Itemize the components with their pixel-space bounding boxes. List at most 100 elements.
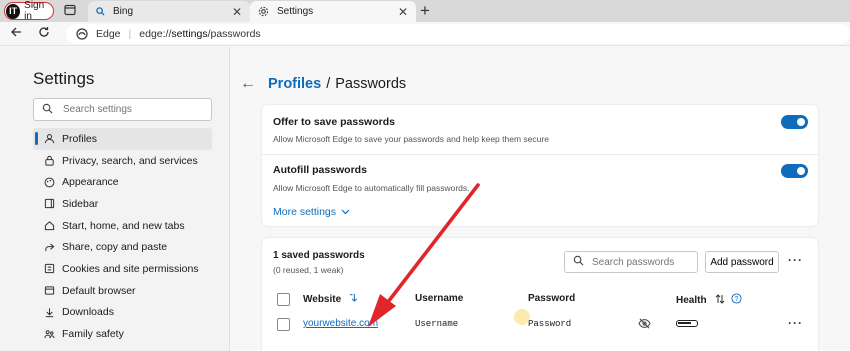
sidebar-nav: Profiles Privacy, search, and services A…	[33, 128, 212, 345]
browser-icon	[43, 285, 55, 297]
settings-search-input[interactable]	[63, 104, 203, 115]
sidebar-item-sidebar[interactable]: Sidebar	[33, 193, 212, 215]
back-arrow-icon[interactable]: ←	[240, 75, 256, 93]
svg-text:?: ?	[734, 296, 738, 303]
sort-down-icon[interactable]	[349, 293, 358, 305]
more-settings-link[interactable]: More settings	[273, 206, 350, 218]
more-settings-label: More settings	[273, 206, 337, 218]
search-icon	[42, 103, 53, 117]
tab-bing[interactable]: Bing ✕	[88, 1, 250, 22]
column-header-username: Username	[415, 293, 464, 304]
page-title: Passwords	[335, 76, 407, 92]
sidebar-item-label: Start, home, and new tabs	[62, 219, 185, 232]
health-bar-fill	[678, 322, 691, 324]
search-icon	[96, 7, 105, 16]
offer-to-save-desc: Allow Microsoft Edge to save your passwo…	[273, 134, 549, 144]
row-more-options-icon[interactable]: ···	[788, 316, 803, 330]
breadcrumb: ← Profiles / Passwords	[240, 75, 406, 93]
breadcrumb-separator: /	[326, 76, 331, 92]
autofill-toggle[interactable]	[781, 164, 808, 178]
offer-to-save-title: Offer to save passwords	[273, 116, 395, 128]
palette-icon	[43, 176, 55, 188]
autofill-desc: Allow Microsoft Edge to automatically fi…	[273, 183, 470, 193]
search-icon	[573, 255, 584, 269]
permissions-icon	[43, 263, 55, 275]
breadcrumb-profiles-link[interactable]: Profiles	[268, 76, 321, 92]
saved-website-link[interactable]: yourwebsite.com	[303, 318, 378, 329]
browser-toolbar: Edge | edge://settings/passwords	[0, 22, 850, 46]
tab-title: Bing	[113, 6, 134, 17]
sidebar-item-label: Share, copy and paste	[62, 241, 168, 254]
address-separator: |	[128, 28, 132, 40]
sidebar-item-privacy[interactable]: Privacy, search, and services	[33, 150, 212, 172]
password-search-input[interactable]	[592, 256, 692, 268]
signin-label: Sign in	[24, 0, 45, 22]
sidebar-item-label: Sidebar	[62, 197, 99, 210]
sidebar-item-profiles[interactable]: Profiles	[33, 128, 212, 150]
select-all-checkbox[interactable]	[277, 293, 290, 306]
sidebar-title: Settings	[33, 69, 95, 88]
sidebar-item-label: Family safety	[62, 328, 124, 341]
sidebar-item-start-home[interactable]: Start, home, and new tabs	[33, 215, 212, 237]
home-icon	[43, 220, 55, 232]
saved-passwords-summary: (0 reused, 1 weak)	[273, 265, 344, 275]
refresh-icon[interactable]	[38, 25, 50, 41]
sidebar-item-cookies[interactable]: Cookies and site permissions	[33, 258, 212, 280]
sidebar-item-share[interactable]: Share, copy and paste	[33, 236, 212, 258]
column-header-health[interactable]: Health ?	[676, 293, 742, 307]
address-brand: Edge	[96, 28, 121, 40]
sort-icon[interactable]	[715, 293, 725, 307]
edge-logo-icon	[76, 28, 88, 40]
profile-logo: IT	[6, 3, 21, 19]
sidebar-item-label: Default browser	[62, 284, 136, 297]
tab-strip: IT Sign in Bing ✕ Settings ✕ +	[0, 0, 850, 22]
settings-sidebar: Settings Profiles Privacy, search, and s…	[0, 47, 230, 351]
back-arrow-icon[interactable]	[10, 25, 22, 41]
signin-button[interactable]: IT Sign in	[4, 0, 54, 22]
share-icon	[43, 241, 55, 253]
close-icon[interactable]: ✕	[398, 5, 408, 19]
address-bar[interactable]: Edge | edge://settings/passwords	[66, 24, 850, 44]
show-password-icon[interactable]	[638, 318, 651, 332]
gear-icon	[258, 6, 269, 17]
saved-password: Password	[528, 319, 572, 329]
more-options-icon[interactable]: ···	[788, 253, 803, 267]
family-icon	[43, 328, 55, 340]
password-settings-card: Offer to save passwords Allow Microsoft …	[262, 105, 818, 226]
sidebar-item-label: Privacy, search, and services	[62, 154, 198, 167]
add-password-button[interactable]: Add password	[705, 251, 779, 273]
profile-icon	[43, 133, 55, 145]
tab-settings[interactable]: Settings ✕	[250, 1, 416, 22]
row-checkbox[interactable]	[277, 318, 290, 331]
divider	[262, 154, 818, 155]
lock-icon	[43, 155, 55, 167]
offer-to-save-toggle[interactable]	[781, 115, 808, 129]
address-url: edge://settings/passwords	[139, 28, 261, 40]
autofill-title: Autofill passwords	[273, 164, 367, 176]
sidebar-item-downloads[interactable]: Downloads	[33, 302, 212, 324]
tab-actions-icon[interactable]	[64, 4, 76, 19]
saved-passwords-card: 1 saved passwords (0 reused, 1 weak) Add…	[262, 238, 818, 351]
column-header-website[interactable]: Website	[303, 293, 358, 305]
saved-passwords-count: 1 saved passwords	[273, 250, 365, 261]
chevron-down-icon	[341, 207, 350, 217]
sidebar-item-family-safety[interactable]: Family safety	[33, 323, 212, 345]
password-search[interactable]	[564, 251, 698, 273]
password-health-indicator	[676, 320, 698, 327]
sidebar-icon	[43, 198, 55, 210]
new-tab-button[interactable]: +	[420, 1, 430, 21]
sidebar-item-label: Downloads	[62, 306, 114, 319]
column-header-password: Password	[528, 293, 576, 304]
sidebar-item-default-browser[interactable]: Default browser	[33, 280, 212, 302]
mouse-cursor-highlight	[514, 309, 530, 325]
saved-username: Username	[415, 319, 459, 329]
download-icon	[43, 306, 55, 318]
sidebar-item-appearance[interactable]: Appearance	[33, 171, 212, 193]
sidebar-item-label: Cookies and site permissions	[62, 262, 199, 275]
main-content: ← Profiles / Passwords Offer to save pas…	[230, 47, 850, 351]
settings-search[interactable]	[33, 98, 212, 121]
help-icon[interactable]: ?	[731, 293, 742, 307]
tab-title: Settings	[277, 6, 314, 17]
sidebar-item-label: Appearance	[62, 176, 119, 189]
close-icon[interactable]: ✕	[232, 5, 242, 19]
